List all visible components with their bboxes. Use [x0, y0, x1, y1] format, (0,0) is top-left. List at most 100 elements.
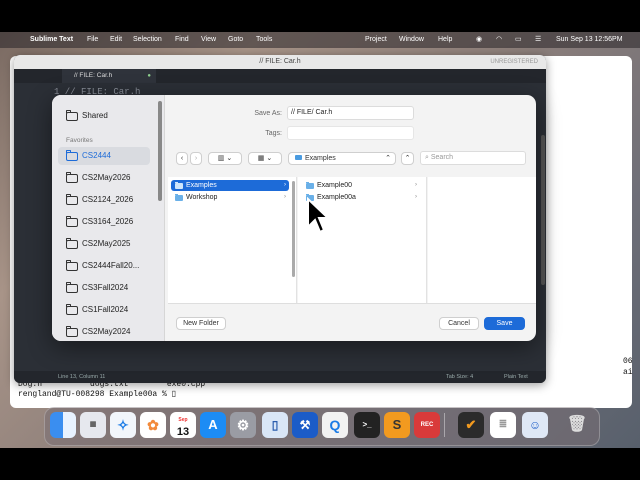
save-as-field[interactable]: // FILE/ Car.h	[287, 106, 414, 120]
finder-icon[interactable]	[50, 412, 76, 438]
location-label: Examples	[305, 155, 336, 162]
menu-edit[interactable]: Edit	[110, 32, 122, 48]
calendar-icon[interactable]: Sep 13	[170, 412, 196, 438]
recorder-icon[interactable]: REC	[414, 412, 440, 438]
column-item-workshop[interactable]: Workshop ›	[171, 192, 289, 203]
forward-button[interactable]: ›	[190, 152, 202, 165]
chevron-right-icon: ›	[194, 155, 198, 162]
terminal-icon[interactable]: >_	[354, 412, 380, 438]
sidebar-item-cs2may2026[interactable]: CS2May2026	[58, 169, 150, 187]
group-button[interactable]: ▦ ⌄	[248, 152, 282, 165]
menu-project[interactable]: Project	[365, 32, 387, 48]
sidebar-label: CS2May2026	[82, 173, 131, 182]
app-store-icon[interactable]: A	[200, 412, 226, 438]
chevron-up-icon: ⌃	[404, 155, 411, 162]
sidebar-item-shared[interactable]: Shared	[58, 107, 150, 125]
wifi-icon[interactable]: ◠	[496, 32, 502, 48]
save-button[interactable]: Save	[484, 317, 525, 330]
back-button[interactable]: ‹	[176, 152, 188, 165]
sidebar-item-cs2may2024[interactable]: CS2May2024	[58, 323, 150, 341]
sidebar-item-cs2444fall[interactable]: CS2444Fall20...	[58, 257, 150, 275]
folder-icon	[175, 193, 183, 201]
divider	[168, 303, 536, 304]
preview-icon[interactable]: ▯	[262, 412, 288, 438]
sidebar-label: CS3164_2026	[82, 217, 134, 226]
location-popup[interactable]: Examples ⌃	[288, 152, 396, 165]
column-item-example00[interactable]: Example00 ›	[302, 180, 420, 191]
dock-separator	[444, 413, 445, 437]
folder-icon	[66, 260, 78, 271]
menu-help[interactable]: Help	[438, 32, 452, 48]
status-position: Line 13, Column 11	[58, 374, 106, 380]
battery-icon[interactable]: ▭	[515, 32, 522, 48]
menu-app-name[interactable]: Sublime Text	[30, 32, 73, 48]
tab-modified-icon: ●	[147, 73, 151, 79]
folder-icon	[66, 194, 78, 205]
record-status-icon[interactable]: ◉	[476, 32, 482, 48]
xcode-icon[interactable]: ⚒	[292, 412, 318, 438]
folder-icon	[66, 150, 78, 161]
control-center-icon[interactable]: ☰	[535, 32, 541, 48]
sublime-scrollbar[interactable]	[541, 135, 545, 285]
sidebar-section-favorites: Favorites	[66, 137, 93, 144]
menu-clock[interactable]: Sun Sep 13 12:56PM	[556, 32, 623, 48]
tags-label: Tags:	[265, 130, 282, 137]
columns-icon: ▥ ⌄	[217, 155, 233, 162]
sidebar-item-cs1fall2024[interactable]: CS1Fall2024	[58, 301, 150, 319]
folder-icon	[66, 238, 78, 249]
unregistered-label: UNREGISTERED	[490, 59, 538, 65]
tab-label: // FILE: Car.h	[74, 72, 113, 79]
chevron-right-icon: ›	[284, 182, 286, 188]
view-columns-button[interactable]: ▥ ⌄	[208, 152, 242, 165]
sidebar-scrollbar[interactable]	[158, 101, 162, 201]
dialog-sidebar: Shared Favorites CS2444 CS2May2026 CS212…	[52, 95, 165, 341]
sidebar-label: CS2124_2026	[82, 195, 134, 204]
sidebar-item-cs2124-2026[interactable]: CS2124_2026	[58, 191, 150, 209]
menu-window[interactable]: Window	[399, 32, 424, 48]
chevron-updown-icon: ⌃	[385, 155, 391, 162]
browser-column-2: Example00 › Example00a ›	[298, 177, 427, 303]
folder-icon	[66, 216, 78, 227]
sublime-title: // FILE: Car.h	[259, 58, 301, 65]
terminal-output-right: 06 ai	[623, 356, 633, 377]
sidebar-item-cs3fall2024[interactable]: CS3Fall2024	[58, 279, 150, 297]
search-field[interactable]: ⌕ Search	[420, 151, 526, 165]
sublime-icon[interactable]: S	[384, 412, 410, 438]
safari-icon[interactable]: ✧	[110, 412, 136, 438]
sidebar-label: CS2May2024	[82, 327, 131, 336]
item-label: Example00	[317, 182, 353, 189]
notes-icon[interactable]: ≣	[490, 412, 516, 438]
tags-field[interactable]	[287, 126, 414, 140]
sidebar-item-cs2444[interactable]: CS2444	[58, 147, 150, 165]
trash-icon[interactable]: 🗑	[564, 412, 590, 438]
photos-icon[interactable]: ✿	[140, 412, 166, 438]
tab-car-h[interactable]: // FILE: Car.h ●	[62, 69, 156, 83]
column-item-examples[interactable]: Examples ›	[171, 180, 289, 191]
item-label: Workshop	[186, 194, 218, 201]
new-folder-button[interactable]: New Folder	[176, 317, 226, 330]
menu-goto[interactable]: Goto	[228, 32, 243, 48]
status-syntax[interactable]: Plain Text	[504, 371, 528, 383]
sidebar-label: CS1Fall2024	[82, 305, 129, 314]
cancel-button[interactable]: Cancel	[439, 317, 479, 330]
sidebar-item-cs3164-2026[interactable]: CS3164_2026	[58, 213, 150, 231]
system-settings-icon[interactable]: ⚙	[230, 412, 256, 438]
sidebar-item-cs2may2025[interactable]: CS2May2025	[58, 235, 150, 253]
status-tab-size[interactable]: Tab Size: 4	[446, 371, 473, 383]
menu-file[interactable]: File	[87, 32, 98, 48]
menu-view[interactable]: View	[201, 32, 216, 48]
tasks-icon[interactable]: ✔	[458, 412, 484, 438]
chevron-right-icon: ›	[284, 194, 286, 200]
launchpad-icon[interactable]: ▦	[80, 412, 106, 438]
menu-tools[interactable]: Tools	[256, 32, 272, 48]
search-placeholder: Search	[430, 154, 454, 161]
quicktime-icon[interactable]: Q	[322, 412, 348, 438]
sublime-titlebar: // FILE: Car.h UNREGISTERED	[14, 55, 546, 69]
bot-icon[interactable]: ☺	[522, 412, 548, 438]
menu-find[interactable]: Find	[175, 32, 189, 48]
collapse-button[interactable]: ⌃	[401, 152, 414, 165]
column-scrollbar[interactable]	[292, 181, 295, 277]
browser-column-1: Examples › Workshop ›	[168, 177, 297, 303]
menu-selection[interactable]: Selection	[133, 32, 162, 48]
calendar-day: 13	[176, 426, 190, 438]
